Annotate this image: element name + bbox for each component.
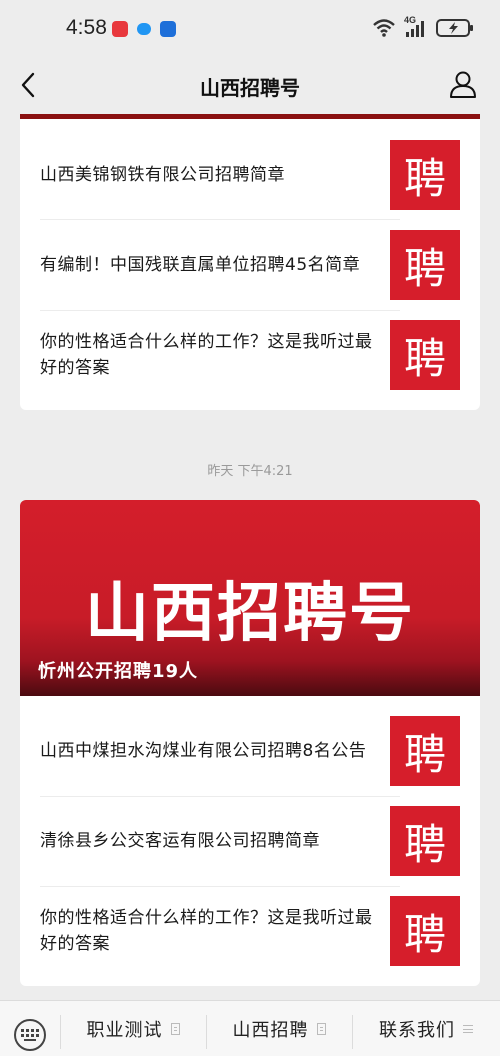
nav-bar: 山西招聘号 [0, 58, 500, 114]
article-item[interactable]: 山西中煤担水沟煤业有限公司招聘8名公告 聘 [40, 706, 460, 796]
article-thumbnail[interactable]: 聘 [390, 140, 460, 210]
article-item[interactable]: 你的性格适合什么样的工作？这是我听过最好的答案 聘 [40, 886, 460, 976]
menu-lines-icon [463, 1025, 473, 1033]
article-item[interactable]: 有编制！中国残联直属单位招聘45名简章 聘 [40, 220, 460, 310]
card-top-border [20, 114, 480, 119]
submenu-indicator-icon [316, 1023, 326, 1035]
message-timestamp: 昨天 下午4:21 [207, 464, 293, 479]
article-title[interactable]: 你的性格适合什么样的工作？这是我听过最好的答案 [40, 310, 376, 400]
menu-item-contact-us[interactable]: 联系我们 [352, 1001, 500, 1056]
article-title[interactable]: 你的性格适合什么样的工作？这是我听过最好的答案 [40, 886, 376, 976]
article-card-top: 山西美锦钢铁有限公司招聘简章 聘 有编制！中国残联直属单位招聘45名简章 聘 你… [20, 114, 480, 410]
article-thumbnail[interactable]: 聘 [390, 716, 460, 786]
network-type: 4G [404, 15, 428, 38]
article-item[interactable]: 山西美锦钢铁有限公司招聘简章 聘 [40, 130, 460, 220]
article-title[interactable]: 有编制！中国残联直属单位招聘45名简章 [40, 220, 376, 310]
headline-banner[interactable]: 山西招聘号 忻州公开招聘19人 [20, 500, 480, 696]
menu-item-label: 职业测试 [86, 1020, 163, 1041]
headline-caption[interactable]: 忻州公开招聘19人 [38, 657, 198, 683]
menu-item-career-test[interactable]: 职业测试 [60, 1001, 206, 1056]
chat-bubble-icon [137, 23, 151, 35]
news-app-icon [112, 21, 128, 37]
status-time: 4:58 [66, 16, 107, 39]
article-item[interactable]: 你的性格适合什么样的工作？这是我听过最好的答案 聘 [40, 310, 460, 400]
article-title[interactable]: 山西中煤担水沟煤业有限公司招聘8名公告 [40, 706, 376, 796]
signal-icon [406, 21, 424, 37]
submenu-indicator-icon [170, 1023, 180, 1035]
article-thumbnail[interactable]: 聘 [390, 230, 460, 300]
battery-charging-icon [436, 19, 473, 37]
article-item[interactable]: 清徐县乡公交客运有限公司招聘简章 聘 [40, 796, 460, 886]
menu-lines-middle [463, 1029, 473, 1030]
shield-app-icon [160, 21, 176, 37]
article-card-bottom: 山西招聘号 忻州公开招聘19人 山西中煤担水沟煤业有限公司招聘8名公告 聘 清徐… [20, 500, 480, 986]
article-thumbnail[interactable]: 聘 [390, 320, 460, 390]
keyboard-toggle-button[interactable] [14, 1019, 46, 1051]
bottom-menu: 职业测试 山西招聘 联系我们 [0, 1000, 500, 1056]
banner-logo-text: 山西招聘号 [85, 577, 415, 651]
article-thumbnail[interactable]: 聘 [390, 806, 460, 876]
menu-item-label: 山西招聘 [232, 1020, 309, 1041]
menu-item-label: 联系我们 [379, 1020, 455, 1041]
keyboard-icon [21, 1029, 39, 1041]
status-icons: 4G [372, 15, 474, 38]
user-profile-icon[interactable] [448, 69, 478, 99]
status-bar: 4:58 4G [0, 0, 500, 58]
menu-item-shanxi-jobs[interactable]: 山西招聘 [206, 1001, 352, 1056]
article-title[interactable]: 清徐县乡公交客运有限公司招聘简章 [40, 796, 376, 886]
wifi-icon [373, 19, 395, 37]
page-title: 山西招聘号 [200, 76, 300, 100]
article-thumbnail[interactable]: 聘 [390, 896, 460, 966]
article-title[interactable]: 山西美锦钢铁有限公司招聘简章 [40, 130, 376, 220]
